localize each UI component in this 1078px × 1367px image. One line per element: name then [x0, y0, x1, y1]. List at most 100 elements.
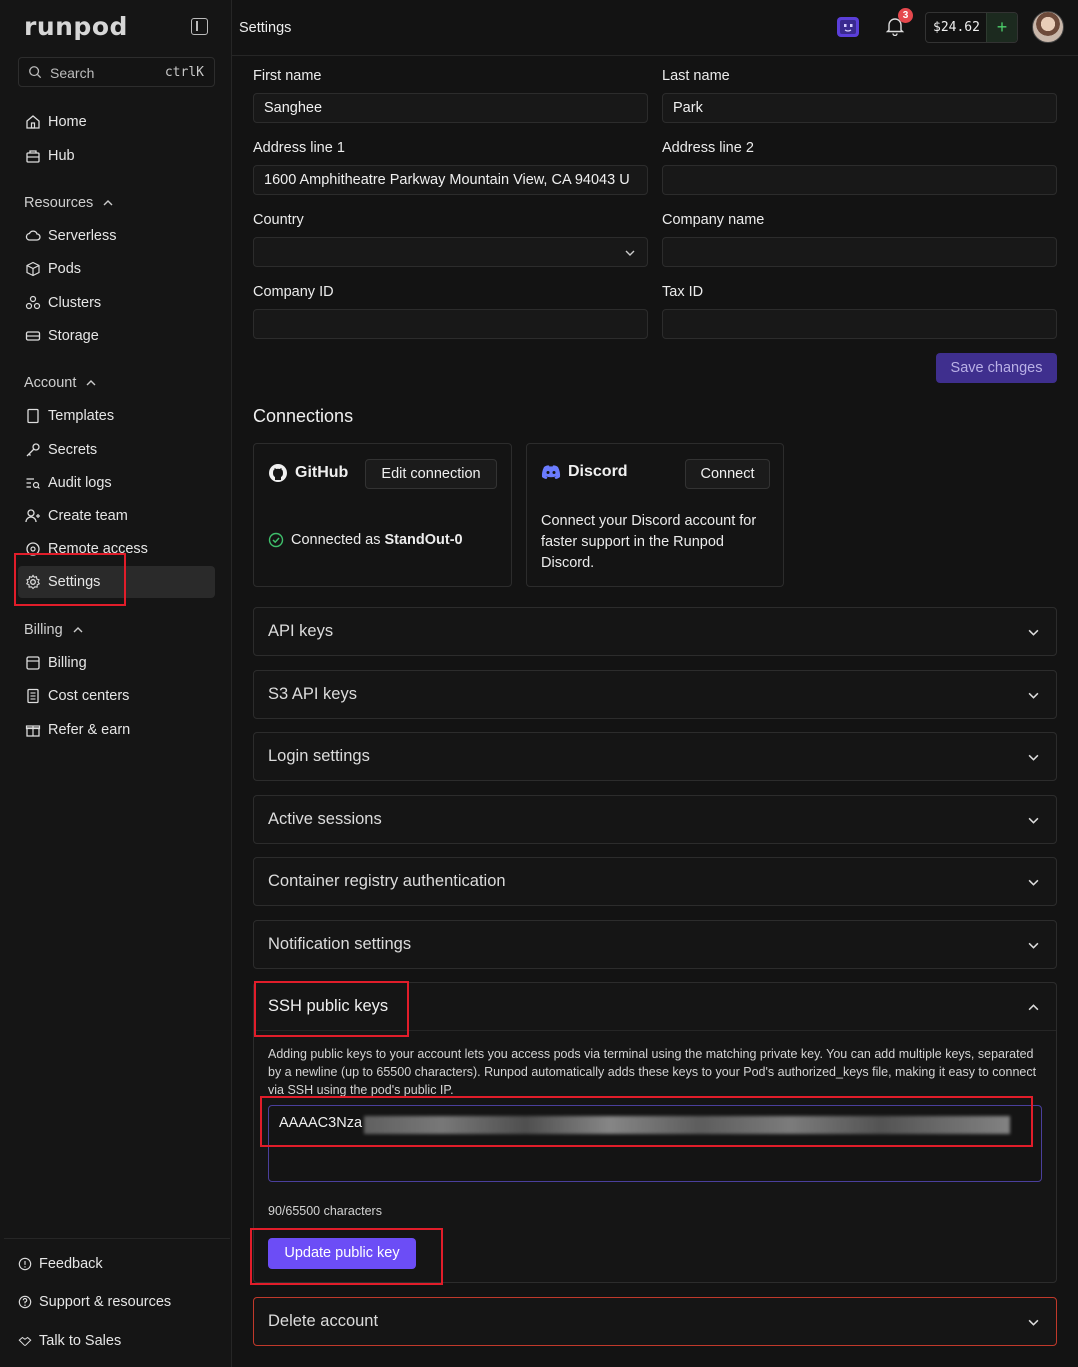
- help-icon: [18, 1295, 32, 1309]
- accordion-container-registry[interactable]: Container registry authentication: [253, 857, 1057, 906]
- accordion-api-keys[interactable]: API keys: [253, 607, 1057, 656]
- avatar[interactable]: [1032, 11, 1064, 43]
- github-status-prefix: Connected as: [291, 532, 381, 548]
- chevron-up-icon: [86, 380, 96, 386]
- section-label: Billing: [24, 622, 63, 638]
- clusters-icon: [25, 295, 41, 310]
- discord-name: Discord: [568, 463, 628, 480]
- edit-connection-button[interactable]: Edit connection: [365, 459, 497, 489]
- first-name-label: First name: [253, 68, 322, 84]
- sidebar-item-pods[interactable]: Pods: [18, 253, 215, 285]
- sidebar-item-clusters[interactable]: Clusters: [18, 287, 215, 319]
- company-name-field[interactable]: [662, 237, 1057, 267]
- remote-access-icon: [26, 542, 40, 556]
- first-name-field[interactable]: Sanghee: [253, 93, 648, 123]
- collapse-sidebar-icon[interactable]: [191, 18, 208, 35]
- sidebar-item-label: Settings: [48, 574, 101, 590]
- sidebar-item-label: Audit logs: [48, 475, 112, 491]
- company-id-field[interactable]: [253, 309, 648, 339]
- talk-to-sales-label: Talk to Sales: [39, 1333, 122, 1349]
- search-placeholder: Search: [50, 65, 95, 81]
- support-label: Support & resources: [39, 1294, 172, 1310]
- section-billing[interactable]: Billing: [24, 622, 83, 638]
- accordion-active-sessions[interactable]: Active sessions: [253, 795, 1057, 844]
- accordion-login-settings[interactable]: Login settings: [253, 732, 1057, 781]
- github-title: GitHub: [268, 463, 348, 483]
- company-name-label: Company name: [662, 212, 765, 228]
- add-user-icon: [25, 509, 40, 523]
- talk-to-sales-link[interactable]: Talk to Sales: [18, 1333, 121, 1349]
- ssh-key-textarea[interactable]: AAAAC3Nza: [268, 1105, 1042, 1182]
- wallet-icon: [26, 656, 40, 670]
- update-public-key-button[interactable]: Update public key: [268, 1238, 416, 1269]
- sidebar-item-serverless[interactable]: Serverless: [18, 220, 215, 252]
- support-link[interactable]: Support & resources: [18, 1294, 171, 1310]
- sidebar-item-cost-centers[interactable]: Cost centers: [18, 680, 215, 712]
- document-icon: [27, 688, 39, 704]
- sidebar-item-settings[interactable]: Settings: [18, 566, 215, 598]
- sidebar-item-remote-access[interactable]: Remote access: [18, 533, 215, 565]
- sidebar-item-label: Secrets: [48, 442, 98, 458]
- sidebar-item-home[interactable]: Home: [18, 106, 215, 138]
- address1-field[interactable]: 1600 Amphitheatre Parkway Mountain View,…: [253, 165, 648, 195]
- chevron-down-icon: [1028, 942, 1039, 949]
- accordion-notification-settings[interactable]: Notification settings: [253, 920, 1057, 969]
- chevron-up-icon: [103, 200, 113, 206]
- tax-id-label: Tax ID: [662, 284, 704, 300]
- address2-field[interactable]: [662, 165, 1057, 195]
- sidebar-item-refer-earn[interactable]: Refer & earn: [18, 714, 215, 746]
- feedback-link[interactable]: Feedback: [18, 1256, 103, 1272]
- last-name-label: Last name: [662, 68, 730, 84]
- add-funds-button[interactable]: +: [986, 13, 1017, 42]
- gift-icon: [25, 725, 41, 737]
- balance-widget[interactable]: $24.62 +: [925, 12, 1018, 43]
- hub-icon: [26, 150, 40, 163]
- sidebar-item-templates[interactable]: Templates: [18, 400, 215, 432]
- save-changes-button[interactable]: Save changes: [936, 353, 1057, 383]
- sidebar-item-audit-logs[interactable]: Audit logs: [18, 467, 215, 499]
- accordion-delete-account[interactable]: Delete account: [253, 1297, 1057, 1346]
- chevron-down-icon: [1028, 692, 1039, 699]
- chevron-down-icon: [1028, 754, 1039, 761]
- sidebar-item-billing[interactable]: Billing: [18, 647, 215, 679]
- github-icon: [269, 464, 287, 482]
- tax-id-field[interactable]: [662, 309, 1057, 339]
- accordion-s3-api-keys[interactable]: S3 API keys: [253, 670, 1057, 719]
- github-status: Connected as StandOut-0: [268, 532, 463, 548]
- sidebar-item-create-team[interactable]: Create team: [18, 500, 215, 532]
- chevron-up-icon[interactable]: [1028, 1002, 1039, 1013]
- github-username: StandOut-0: [384, 532, 463, 548]
- discord-connect-button[interactable]: Connect: [685, 459, 770, 489]
- chevron-down-icon: [625, 250, 635, 256]
- discord-icon: [541, 465, 561, 479]
- gear-icon: [25, 574, 41, 590]
- sidebar-item-label: Serverless: [48, 228, 117, 244]
- last-name-field[interactable]: Park: [662, 93, 1057, 123]
- country-select[interactable]: [253, 237, 648, 267]
- section-account[interactable]: Account: [24, 375, 96, 391]
- sidebar-item-hub[interactable]: Hub: [18, 140, 215, 172]
- section-resources[interactable]: Resources: [24, 195, 113, 211]
- discord-title: Discord: [541, 463, 628, 481]
- search-shortcut: ctrlK: [164, 65, 204, 80]
- runpod-logo[interactable]: runpod: [24, 12, 128, 41]
- sidebar-item-label: Storage: [48, 328, 99, 344]
- country-label: Country: [253, 212, 304, 228]
- chevron-down-icon: [1028, 1319, 1039, 1326]
- discord-connection-card: Discord Connect Connect your Discord acc…: [526, 443, 784, 587]
- ssh-keys-title[interactable]: SSH public keys: [268, 997, 388, 1016]
- sidebar-item-label: Refer & earn: [48, 722, 131, 738]
- github-connection-card: GitHub Edit connection Connected as Stan…: [253, 443, 512, 587]
- search-input[interactable]: Search ctrlK: [18, 57, 215, 87]
- page-title: Settings: [239, 20, 292, 36]
- sidebar-item-label: Create team: [48, 508, 128, 524]
- template-icon: [27, 408, 39, 424]
- section-label: Resources: [24, 195, 94, 211]
- key-icon: [26, 443, 40, 457]
- assistant-bot-icon[interactable]: [836, 15, 862, 39]
- handshake-icon: [18, 1336, 32, 1346]
- sidebar-item-storage[interactable]: Storage: [18, 320, 215, 352]
- balance-amount: $24.62: [933, 20, 980, 35]
- connections-title: Connections: [253, 406, 354, 426]
- sidebar-item-secrets[interactable]: Secrets: [18, 434, 215, 466]
